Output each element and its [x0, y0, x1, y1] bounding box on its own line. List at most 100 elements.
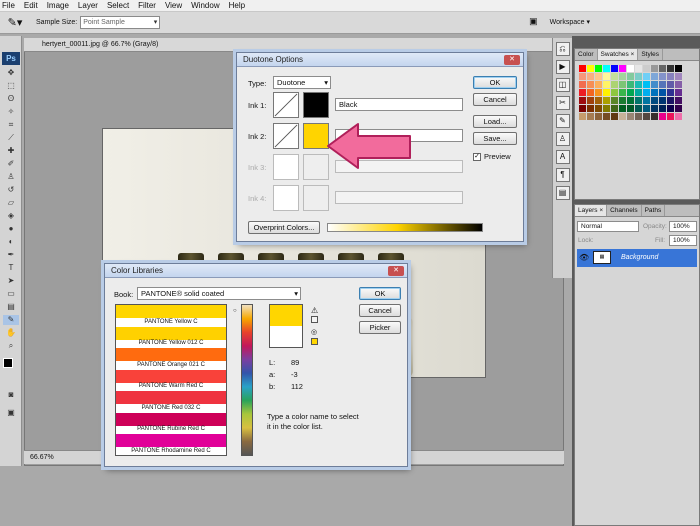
swatch-cell[interactable] — [643, 105, 650, 112]
tab-swatches[interactable]: Swatches × — [597, 49, 639, 60]
swatch-cell[interactable] — [611, 73, 618, 80]
overprint-colors-button[interactable]: Overprint Colors... — [248, 221, 320, 234]
history-panel-icon[interactable]: ⎌ — [555, 42, 570, 56]
swatch-cell[interactable] — [667, 113, 674, 120]
sample-size-select[interactable]: Point Sample — [80, 16, 161, 29]
swatch-cell[interactable] — [611, 65, 618, 72]
swatch-cell[interactable] — [579, 113, 586, 120]
swatch-cell[interactable] — [635, 97, 642, 104]
swatch-cell[interactable] — [667, 65, 674, 72]
swatch-cell[interactable] — [659, 105, 666, 112]
swatch-cell[interactable] — [595, 65, 602, 72]
document-tab[interactable]: hertyert_00011.jpg @ 66.7% (Gray/8) — [24, 38, 564, 52]
swatch-cell[interactable] — [579, 81, 586, 88]
swatch-cell[interactable] — [659, 81, 666, 88]
swatch-grid[interactable] — [579, 65, 682, 120]
swatch-cell[interactable] — [603, 113, 610, 120]
swatch-cell[interactable] — [587, 81, 594, 88]
swatch-cell[interactable] — [675, 113, 682, 120]
layer-comps-icon[interactable]: ▤ — [555, 186, 570, 200]
swatch-cell[interactable] — [627, 113, 634, 120]
swatch-cell[interactable] — [587, 89, 594, 96]
swatch-cell[interactable] — [579, 65, 586, 72]
ink1-name-field[interactable]: Black — [335, 98, 463, 111]
tab-channels[interactable]: Channels — [607, 205, 642, 216]
swatch-cell[interactable] — [595, 105, 602, 112]
bucket-tool-icon[interactable]: ◈ — [3, 211, 19, 221]
swatch-cell[interactable] — [627, 65, 634, 72]
swatch-cell[interactable] — [635, 73, 642, 80]
lasso-tool-icon[interactable]: ʘ — [3, 94, 19, 104]
swatch-cell[interactable] — [603, 65, 610, 72]
visibility-eye-icon[interactable]: 👁 — [579, 253, 589, 262]
web-color-swatch[interactable] — [311, 338, 318, 345]
swatch-cell[interactable] — [643, 113, 650, 120]
swatch-cell[interactable] — [603, 105, 610, 112]
menu-file[interactable]: File — [2, 1, 15, 10]
swatch-cell[interactable] — [595, 113, 602, 120]
preview-toggle[interactable]: ✓ Preview — [473, 152, 511, 161]
dodge-tool-icon[interactable]: ◐ — [3, 237, 19, 247]
swatch-cell[interactable] — [579, 89, 586, 96]
swatch-cell[interactable] — [619, 97, 626, 104]
actions-panel-icon[interactable]: ▶ — [555, 60, 570, 74]
color-list-item[interactable]: PANTONE Warm Red C — [116, 369, 226, 391]
camera-icon[interactable]: ▣ — [529, 16, 538, 27]
swatch-cell[interactable] — [635, 65, 642, 72]
swatch-cell[interactable] — [643, 89, 650, 96]
swatch-cell[interactable] — [595, 89, 602, 96]
save-button[interactable]: Save... — [473, 132, 517, 145]
swatch-cell[interactable] — [675, 97, 682, 104]
swatch-cell[interactable] — [659, 89, 666, 96]
swatch-cell[interactable] — [595, 97, 602, 104]
blend-mode-select[interactable]: Normal — [577, 221, 639, 232]
crop-tool-icon[interactable]: ⌗ — [3, 120, 19, 130]
preview-checkbox[interactable]: ✓ — [473, 152, 481, 161]
menu-edit[interactable]: Edit — [24, 1, 38, 10]
swatch-cell[interactable] — [611, 89, 618, 96]
move-tool-icon[interactable]: ✥ — [3, 68, 19, 78]
swatch-cell[interactable] — [619, 81, 626, 88]
swatch-cell[interactable] — [627, 81, 634, 88]
color-list-item[interactable]: PANTONE Yellow 012 C — [116, 326, 226, 348]
swatch-cell[interactable] — [643, 73, 650, 80]
quick-mask-icon[interactable]: ◙ — [3, 390, 19, 400]
notes-tool-icon[interactable]: ▤ — [3, 302, 19, 312]
color-libraries-close-icon[interactable]: ✕ — [388, 266, 404, 276]
tools-preset-icon[interactable]: ✂ — [555, 96, 570, 110]
tab-paths[interactable]: Paths — [642, 205, 666, 216]
fill-field[interactable]: 100% — [669, 235, 697, 246]
history-brush-icon[interactable]: ↺ — [3, 185, 19, 195]
swatch-cell[interactable] — [587, 105, 594, 112]
gamut-swatch[interactable] — [311, 316, 318, 323]
swatch-cell[interactable] — [579, 105, 586, 112]
swatch-cell[interactable] — [651, 113, 658, 120]
swatch-cell[interactable] — [595, 81, 602, 88]
color-list-item[interactable]: PANTONE Red 032 C — [116, 391, 226, 413]
workspace-menu[interactable]: Workspace ▾ — [550, 18, 590, 26]
swatch-cell[interactable] — [635, 113, 642, 120]
color-list-item[interactable]: PANTONE Yellow C — [116, 305, 226, 329]
menu-view[interactable]: View — [165, 1, 182, 10]
swatch-cell[interactable] — [675, 89, 682, 96]
color-list-item[interactable]: PANTONE Rubine Red C — [116, 412, 226, 434]
brush-tool-icon[interactable]: ✐ — [3, 159, 19, 169]
swatch-cell[interactable] — [587, 73, 594, 80]
swatch-cell[interactable] — [611, 105, 618, 112]
duotone-cancel-button[interactable]: Cancel — [473, 93, 517, 106]
blur-tool-icon[interactable]: ● — [3, 224, 19, 234]
marquee-tool-icon[interactable]: ⬚ — [3, 81, 19, 91]
color-list[interactable]: PANTONE Yellow C PANTONE Yellow 012 C PANT… — [115, 304, 227, 456]
swatch-cell[interactable] — [667, 81, 674, 88]
eraser-tool-icon[interactable]: ▱ — [3, 198, 19, 208]
clone-source-icon[interactable]: ♙ — [555, 132, 570, 146]
magic-wand-icon[interactable]: ✧ — [3, 107, 19, 117]
swatch-cell[interactable] — [659, 97, 666, 104]
slider-left-arrow-icon[interactable]: ○ — [233, 308, 237, 314]
color-list-item[interactable]: PANTONE Rhodamine Red C — [116, 434, 226, 455]
menu-help[interactable]: Help — [229, 1, 245, 10]
swatch-cell[interactable] — [627, 97, 634, 104]
navigator-panel-icon[interactable]: ◫ — [555, 78, 570, 92]
swatch-cell[interactable] — [659, 65, 666, 72]
zoom-level[interactable]: 66.67% — [30, 454, 54, 461]
